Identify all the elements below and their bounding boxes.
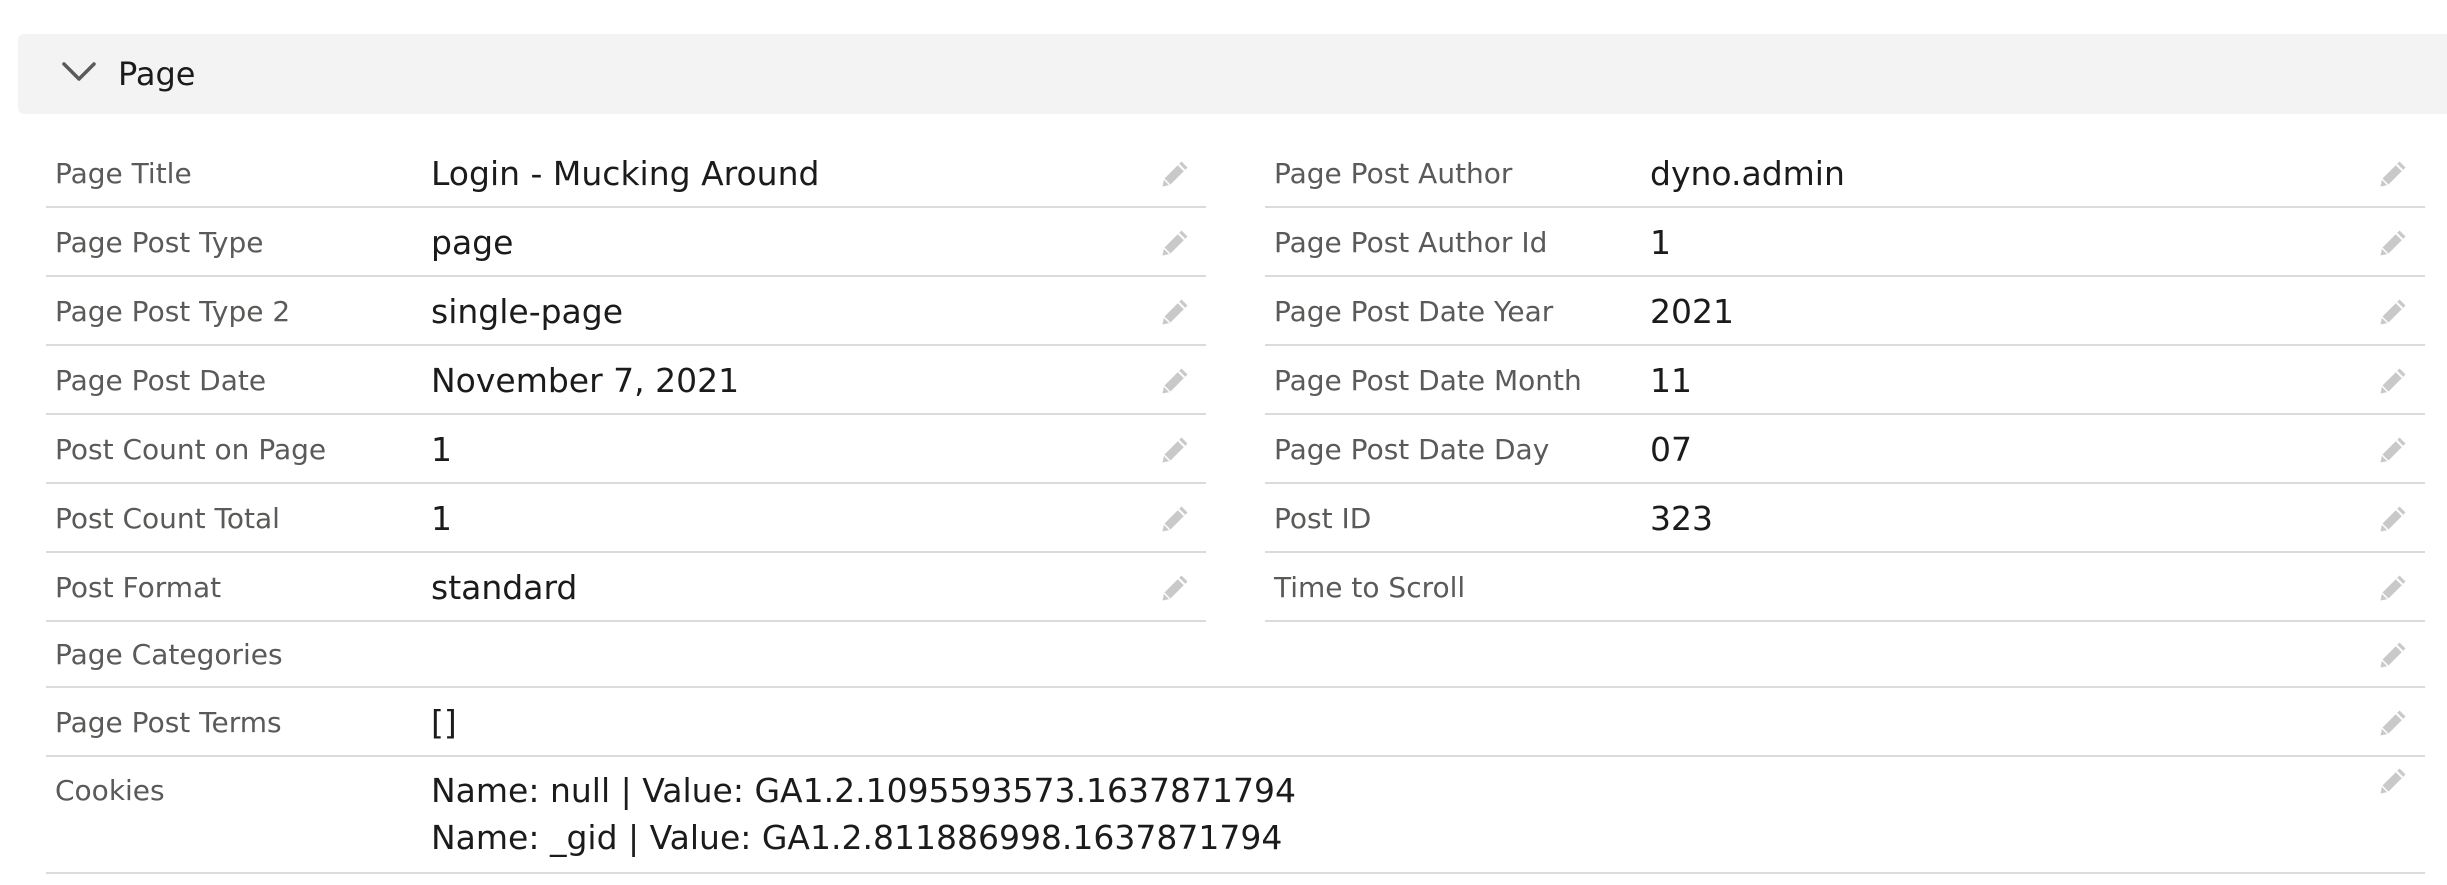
field-label: Page Categories bbox=[55, 638, 283, 671]
cookie-line: Name: null | Value: GA1.2.1095593573.163… bbox=[431, 771, 1296, 810]
field-label: Page Post Author Id bbox=[1274, 226, 1548, 259]
pencil-icon[interactable] bbox=[1159, 227, 1191, 259]
field-value: 1 bbox=[1650, 223, 1671, 262]
cookie-line: Name: _gid | Value: GA1.2.811886998.1637… bbox=[431, 818, 1283, 857]
field-label: Page Post Author bbox=[1274, 157, 1513, 190]
field-label: Page Post Date bbox=[55, 364, 267, 397]
field-row-post-id: Post ID 323 bbox=[1265, 484, 2425, 553]
field-label: Page Post Date Month bbox=[1274, 364, 1582, 397]
field-value: [] bbox=[431, 703, 457, 742]
field-label: Page Post Type bbox=[55, 226, 264, 259]
cookies-value: Name: null | Value: GA1.2.1095593573.163… bbox=[431, 767, 1296, 861]
field-label: Page Post Type 2 bbox=[55, 295, 291, 328]
field-value: 323 bbox=[1650, 499, 1713, 538]
field-label: Page Post Date Day bbox=[1274, 433, 1550, 466]
field-value: dyno.admin bbox=[1650, 154, 1845, 193]
field-row-page-post-author: Page Post Author dyno.admin bbox=[1265, 139, 2425, 208]
pencil-icon[interactable] bbox=[2377, 639, 2409, 671]
field-row-page-post-author-id: Page Post Author Id 1 bbox=[1265, 208, 2425, 277]
pencil-icon[interactable] bbox=[1159, 158, 1191, 190]
field-label: Cookies bbox=[55, 774, 165, 807]
field-row-time-to-scroll: Time to Scroll bbox=[1265, 553, 2425, 622]
field-row-post-format: Post Format standard bbox=[46, 553, 1206, 622]
field-label: Time to Scroll bbox=[1274, 571, 1466, 604]
field-label: Post Count Total bbox=[55, 502, 280, 535]
field-label: Page Post Terms bbox=[55, 706, 282, 739]
field-row-cookies: Cookies Name: null | Value: GA1.2.109559… bbox=[46, 757, 2425, 874]
pencil-icon[interactable] bbox=[2377, 707, 2409, 739]
pencil-icon[interactable] bbox=[1159, 503, 1191, 535]
field-row-page-post-date-day: Page Post Date Day 07 bbox=[1265, 415, 2425, 484]
pencil-icon[interactable] bbox=[1159, 434, 1191, 466]
pencil-icon[interactable] bbox=[2377, 765, 2409, 797]
field-value: page bbox=[431, 223, 514, 262]
field-value: standard bbox=[431, 568, 578, 607]
field-value: Login - Mucking Around bbox=[431, 154, 820, 193]
field-label: Post ID bbox=[1274, 502, 1372, 535]
field-row-page-title: Page Title Login - Mucking Around bbox=[46, 139, 1206, 208]
field-label: Page Post Date Year bbox=[1274, 295, 1554, 328]
section-header-page[interactable]: Page bbox=[18, 34, 2447, 114]
field-row-page-post-type: Page Post Type page bbox=[46, 208, 1206, 277]
pencil-icon[interactable] bbox=[1159, 296, 1191, 328]
field-row-page-categories: Page Categories bbox=[46, 622, 2425, 688]
field-value: 11 bbox=[1650, 361, 1692, 400]
field-value: 1 bbox=[431, 430, 452, 469]
pencil-icon[interactable] bbox=[1159, 572, 1191, 604]
field-value: 1 bbox=[431, 499, 452, 538]
field-value: 07 bbox=[1650, 430, 1692, 469]
pencil-icon[interactable] bbox=[2377, 434, 2409, 466]
field-label: Post Count on Page bbox=[55, 433, 327, 466]
field-row-post-count-on-page: Post Count on Page 1 bbox=[46, 415, 1206, 484]
field-value: 2021 bbox=[1650, 292, 1734, 331]
field-row-page-post-date-month: Page Post Date Month 11 bbox=[1265, 346, 2425, 415]
field-row-page-post-type-2: Page Post Type 2 single-page bbox=[46, 277, 1206, 346]
field-row-post-count-total: Post Count Total 1 bbox=[46, 484, 1206, 553]
field-row-page-post-date-year: Page Post Date Year 2021 bbox=[1265, 277, 2425, 346]
pencil-icon[interactable] bbox=[1159, 365, 1191, 397]
pencil-icon[interactable] bbox=[2377, 572, 2409, 604]
pencil-icon[interactable] bbox=[2377, 503, 2409, 535]
pencil-icon[interactable] bbox=[2377, 227, 2409, 259]
field-value: November 7, 2021 bbox=[431, 361, 740, 400]
field-label: Page Title bbox=[55, 157, 192, 190]
pencil-icon[interactable] bbox=[2377, 296, 2409, 328]
chevron-down-icon[interactable] bbox=[60, 58, 98, 86]
field-value: single-page bbox=[431, 292, 624, 331]
field-row-page-post-terms: Page Post Terms [] bbox=[46, 688, 2425, 757]
section-title: Page bbox=[118, 55, 196, 93]
field-label: Post Format bbox=[55, 571, 222, 604]
pencil-icon[interactable] bbox=[2377, 158, 2409, 190]
pencil-icon[interactable] bbox=[2377, 365, 2409, 397]
field-row-page-post-date: Page Post Date November 7, 2021 bbox=[46, 346, 1206, 415]
